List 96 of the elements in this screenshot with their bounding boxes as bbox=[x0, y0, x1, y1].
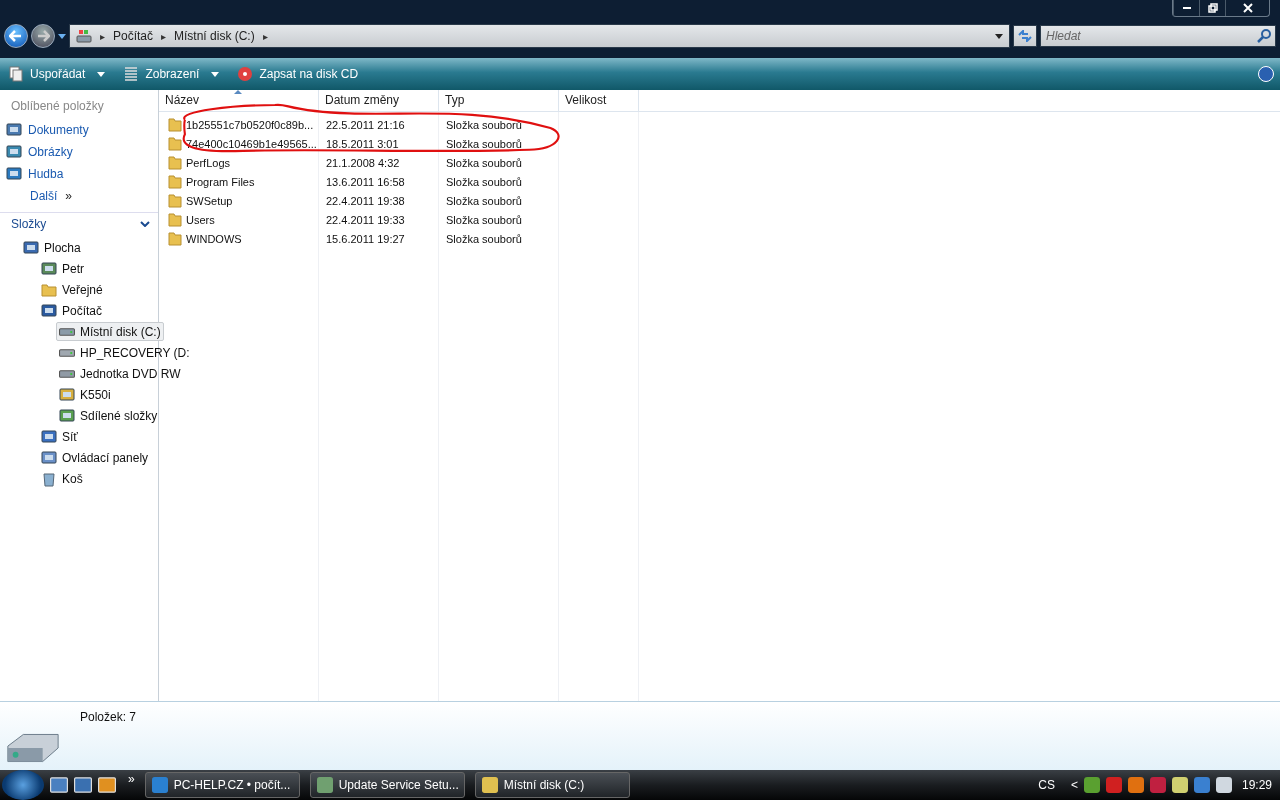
chevron-icon[interactable] bbox=[140, 221, 150, 227]
minimize-icon bbox=[1181, 6, 1192, 10]
type-cell-text: Složka souborů bbox=[445, 156, 523, 169]
forward-arrow-icon bbox=[36, 30, 50, 42]
breadcrumb[interactable]: Místní disk (C:) bbox=[174, 29, 255, 43]
restore-icon bbox=[1207, 3, 1218, 13]
toolbar-button[interactable]: Zapsat na disk CD bbox=[235, 64, 361, 84]
favorite-link[interactable]: Hudba bbox=[0, 163, 158, 185]
type-cell-text: Složka souborů bbox=[445, 118, 523, 131]
date-cell-text: 21.1.2008 4:32 bbox=[325, 156, 401, 169]
address-bar[interactable]: ▸ Počítač ▸ Místní disk (C:) ▸ bbox=[69, 24, 1010, 48]
type-cell-text: Složka souborů bbox=[445, 232, 523, 245]
file-name[interactable]: Program Files bbox=[159, 173, 319, 190]
tree-item[interactable]: Místní disk (C:) bbox=[56, 322, 164, 341]
tree-item[interactable]: Plocha bbox=[20, 238, 84, 257]
app-icon bbox=[151, 777, 168, 793]
breadcrumb-arrow[interactable]: ▸ bbox=[161, 30, 167, 42]
taskbar-button[interactable]: PC-HELP.CZ • počít... bbox=[144, 772, 300, 798]
app-icon bbox=[481, 777, 498, 793]
item-count: Položek: 7 bbox=[80, 710, 137, 724]
file-name[interactable]: PerfLogs bbox=[159, 154, 319, 171]
breadcrumb[interactable]: Počítač bbox=[113, 29, 154, 43]
date-cell-text: 15.6.2011 19:27 bbox=[325, 232, 406, 245]
back-arrow-icon bbox=[9, 30, 23, 42]
tree-item[interactable]: Veřejné bbox=[38, 280, 106, 299]
start-button[interactable] bbox=[2, 770, 44, 800]
history-caret-icon[interactable] bbox=[58, 33, 66, 39]
file-name[interactable]: Users bbox=[159, 211, 319, 228]
date-cell-text: 22.5.2011 21:16 bbox=[325, 118, 406, 131]
app-icon bbox=[316, 777, 333, 793]
taskbar-button[interactable]: Místní disk (C:) bbox=[474, 772, 630, 798]
more-chevron[interactable]: » bbox=[65, 189, 73, 203]
tree-item[interactable]: Síť bbox=[38, 427, 81, 446]
tray-expand-arrow[interactable]: < bbox=[1070, 778, 1078, 792]
type-cell-text: Složka souborů bbox=[445, 213, 523, 226]
tree-item[interactable]: Sdílené složky bbox=[56, 406, 161, 425]
back-button[interactable] bbox=[4, 24, 28, 48]
more-link[interactable]: Další bbox=[30, 189, 58, 203]
drive-icon bbox=[59, 369, 75, 378]
type-cell-text: Složka souborů bbox=[445, 137, 523, 150]
taskbar-button[interactable]: Update Service Setu... bbox=[309, 772, 465, 798]
folder-icon bbox=[167, 116, 183, 133]
column-header[interactable]: Velikost bbox=[559, 90, 639, 111]
toolbar-button[interactable]: Uspořádat bbox=[6, 64, 108, 84]
tree-item[interactable]: Počítač bbox=[38, 301, 106, 320]
date-cell-text: 13.6.2011 16:58 bbox=[325, 175, 406, 188]
file-name[interactable]: WINDOWS bbox=[159, 230, 319, 247]
folder-icon bbox=[167, 154, 183, 171]
language-indicator[interactable]: CS bbox=[1038, 778, 1055, 792]
tree-item[interactable]: K550i bbox=[56, 385, 114, 404]
date-cell-text: 22.4.2011 19:38 bbox=[325, 194, 406, 207]
tree-item[interactable]: Jednotka DVD RW bbox=[56, 364, 184, 383]
search-field[interactable]: Hledat bbox=[1040, 25, 1276, 47]
breadcrumb-arrow[interactable]: ▸ bbox=[262, 30, 268, 42]
drive-icon bbox=[76, 28, 92, 44]
refresh-icon bbox=[1018, 30, 1032, 42]
date-cell-text: 18.5.2011 3:01 bbox=[325, 137, 400, 150]
tree-item[interactable]: HP_RECOVERY (D: bbox=[56, 343, 193, 362]
list-view-icon bbox=[123, 66, 140, 82]
favorite-link[interactable]: Dokumenty bbox=[0, 119, 158, 141]
column-header[interactable]: Typ bbox=[439, 90, 559, 111]
type-cell-text: Složka souborů bbox=[445, 194, 523, 207]
favorite-link[interactable]: Obrázky bbox=[0, 141, 158, 163]
dropdown-caret-icon[interactable] bbox=[995, 33, 1003, 39]
type-cell-text: Složka souborů bbox=[445, 175, 523, 188]
folder-icon bbox=[167, 135, 183, 152]
folder-icon bbox=[41, 281, 57, 298]
file-name[interactable]: 74e400c10469b1e49565... bbox=[159, 135, 319, 152]
folder-icon bbox=[167, 173, 183, 190]
pages-icon bbox=[8, 66, 24, 82]
forward-button[interactable] bbox=[31, 24, 55, 48]
clock[interactable]: 19:29 bbox=[1241, 778, 1272, 792]
trash-icon bbox=[41, 470, 57, 487]
folder-icon bbox=[167, 192, 183, 209]
column-header[interactable]: Název bbox=[159, 90, 319, 111]
search-icon[interactable] bbox=[1256, 28, 1272, 44]
folder-icon bbox=[167, 230, 183, 247]
tree-item[interactable]: Koš bbox=[38, 469, 86, 488]
date-cell-text: 22.4.2011 19:33 bbox=[325, 213, 406, 226]
section-title: Oblíbené položky bbox=[10, 98, 105, 115]
tree-item[interactable]: Petr bbox=[38, 259, 87, 278]
drive-icon bbox=[59, 348, 75, 357]
drive-icon bbox=[59, 327, 75, 336]
toolbar-button[interactable]: Zobrazení bbox=[121, 64, 222, 84]
disc-icon bbox=[237, 66, 254, 82]
file-name[interactable]: SWSetup bbox=[159, 192, 319, 209]
tree-item[interactable]: Ovládací panely bbox=[38, 448, 152, 467]
overflow-chevron[interactable]: » bbox=[128, 772, 135, 786]
folders-header[interactable]: Složky bbox=[0, 212, 158, 235]
refresh-button[interactable] bbox=[1013, 25, 1037, 47]
close-icon bbox=[1242, 3, 1253, 13]
column-header[interactable]: Datum změny bbox=[319, 90, 439, 111]
sort-arrow-icon bbox=[234, 90, 242, 94]
file-name[interactable]: 1b25551c7b0520f0c89b... bbox=[159, 116, 319, 133]
breadcrumb-arrow[interactable]: ▸ bbox=[100, 30, 105, 42]
folder-icon bbox=[167, 211, 183, 228]
